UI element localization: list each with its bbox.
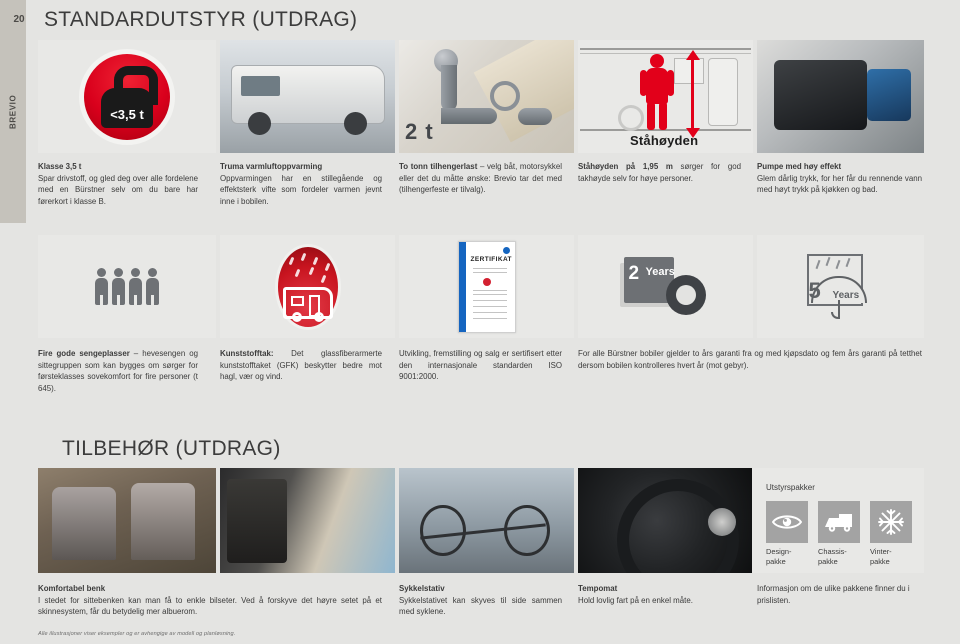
accessory-heading-2: Sykkelstativ (399, 584, 445, 593)
weight-limit-label: <3,5 t (110, 106, 144, 122)
accessories-title: TILBEHØR (UTDRAG) (62, 437, 281, 460)
pump-photo (757, 40, 924, 153)
feature-text-6: Fire gode sengeplasser – hevesengen og s… (38, 348, 198, 394)
four-people-icon (95, 268, 159, 305)
image-tile-standing-height: Ståhøyden (578, 40, 753, 153)
image-tile-comfort-bench (38, 468, 216, 573)
motorhome-photo (220, 40, 395, 153)
feature-text-4: Ståhøyden på 1,95 m sørger for god takhø… (578, 161, 741, 184)
standing-height-label: Ståhøyden (630, 133, 699, 148)
image-tile-weight-class: <3,5 t (38, 40, 216, 153)
certificate-icon: ZERTIFIKAT (457, 240, 516, 333)
interior-photo (220, 468, 395, 573)
feature-text-5: Pumpe med høy effekt Glem dårlig trykk, f… (757, 161, 922, 196)
feature-text-2: Truma varmluftoppvarming Oppvarmingen har… (220, 161, 382, 207)
snowflake-icon (870, 501, 912, 543)
feature-body-2: Oppvarmingen har en stillegående og effe… (220, 173, 382, 206)
accessory-body-2: Sykkelstativet kan skyves til side samme… (399, 595, 562, 617)
footnote: Alle illustrasjoner viser eksempler og e… (38, 631, 236, 637)
hail-protection-icon (274, 243, 341, 330)
packages-panel: Utstyrspakker Design- pakke Chassis- pak… (752, 468, 924, 573)
eye-icon (766, 501, 808, 543)
package-chassis[interactable]: Chassis- pakke (818, 501, 860, 566)
package-winter[interactable]: Vinter- pakke (870, 501, 912, 566)
accessory-body-4: Informasjon om de ulike pakkene finner d… (757, 584, 910, 605)
van-icon (818, 501, 860, 543)
feature-heading-1: Klasse 3,5 t (38, 162, 82, 171)
image-tile-water-pump (757, 40, 924, 153)
left-rail: BREVIO (0, 0, 26, 223)
image-tile-two-year-warranty: 2 Years (578, 235, 753, 338)
feature-body-8: Utvikling, fremstilling og salg er serti… (399, 349, 562, 382)
five-year-seal-icon: 5 Years (801, 253, 881, 320)
warranty-years-word: Years (645, 265, 675, 278)
bike-rack-photo (399, 468, 574, 573)
accessory-body-3: Hold lovlig fart på en enkel måte. (578, 595, 693, 605)
feature-text-1: Klasse 3,5 t Spar drivstoff, og gled deg … (38, 161, 198, 207)
accessory-text-3: Tempomat Hold lovlig fart på en enkel måt… (578, 583, 741, 606)
image-tile-steering-wheel (578, 468, 753, 573)
feature-heading-7: Kunststofftak: (220, 349, 274, 358)
feature-heading-5: Pumpe med høy effekt (757, 162, 842, 171)
feature-body-5: Glem dårlig trykk, for her får du rennen… (757, 173, 922, 195)
feature-text-7: Kunststofftak: Det glassfiberarmerte kun… (220, 348, 382, 383)
image-tile-sleeping-places (38, 235, 216, 338)
package-winter-label: Vinter- pakke (870, 547, 892, 566)
certificate-title: ZERTIFIKAT (470, 255, 512, 263)
seats-photo (38, 468, 216, 573)
feature-heading-6: Fire gode sengeplasser (38, 349, 130, 358)
feature-text-3: To tonn tilhengerlast – velg båt, motors… (399, 161, 562, 196)
image-tile-gfk-roof (220, 235, 395, 338)
warranty-years-number: 2 (628, 262, 640, 284)
page-root: BREVIO 20 STANDARDUTSTYR (UTDRAG) <3,5 t… (0, 0, 960, 644)
accessory-text-4: Informasjon om de ulike pakkene finner d… (757, 583, 922, 606)
accessory-heading-1: Komfortabel benk (38, 584, 106, 593)
feature-text-9: For alle Bürstner bobiler gjelder to års… (578, 348, 922, 371)
seal-years-number: 5 (808, 277, 821, 303)
image-tile-motorhome-heating (220, 40, 395, 153)
accessory-body-1: I stedet for sittebenken kan man få to e… (38, 595, 382, 617)
feature-body-1: Spar drivstoff, og gled deg over alle fo… (38, 173, 198, 206)
accessory-text-2: Sykkelstativ Sykkelstativet kan skyves ti… (399, 583, 562, 618)
rail-brand-label: BREVIO (8, 94, 18, 129)
two-year-warranty-icon: 2 Years (619, 256, 708, 317)
packages-title: Utstyrspakker (766, 483, 815, 492)
package-design[interactable]: Design- pakke (766, 501, 808, 566)
package-chassis-label: Chassis- pakke (818, 547, 847, 566)
image-tile-five-year-seal: 5 Years (757, 235, 924, 338)
tow-capacity-label: 2 t (405, 119, 434, 144)
image-tile-bike-rack (399, 468, 574, 573)
feature-text-8: Utvikling, fremstilling og salg er serti… (399, 348, 562, 383)
image-tile-tow-hitch: 2 t (399, 40, 574, 153)
accessory-text-1: Komfortabel benk I stedet for sittebenken… (38, 583, 382, 618)
accessory-heading-3: Tempomat (578, 584, 618, 593)
feature-heading-2: Truma varmluftoppvarming (220, 162, 323, 171)
weight-limit-icon: <3,5 t (79, 48, 175, 145)
image-tile-interior (220, 468, 395, 573)
page-title: STANDARDUTSTYR (UTDRAG) (44, 8, 358, 31)
feature-body-9: For alle Bürstner bobiler gjelder to års… (578, 349, 922, 370)
page-number: 20 (13, 14, 25, 25)
feature-heading-4: Ståhøyden på 1,95 m (578, 162, 673, 171)
steering-wheel-photo (578, 468, 753, 573)
feature-heading-3: To tonn tilhengerlast (399, 162, 478, 171)
image-tile-iso-certificate: ZERTIFIKAT (399, 235, 574, 338)
seal-years-word: Years (832, 289, 860, 301)
package-design-label: Design- pakke (766, 547, 792, 566)
